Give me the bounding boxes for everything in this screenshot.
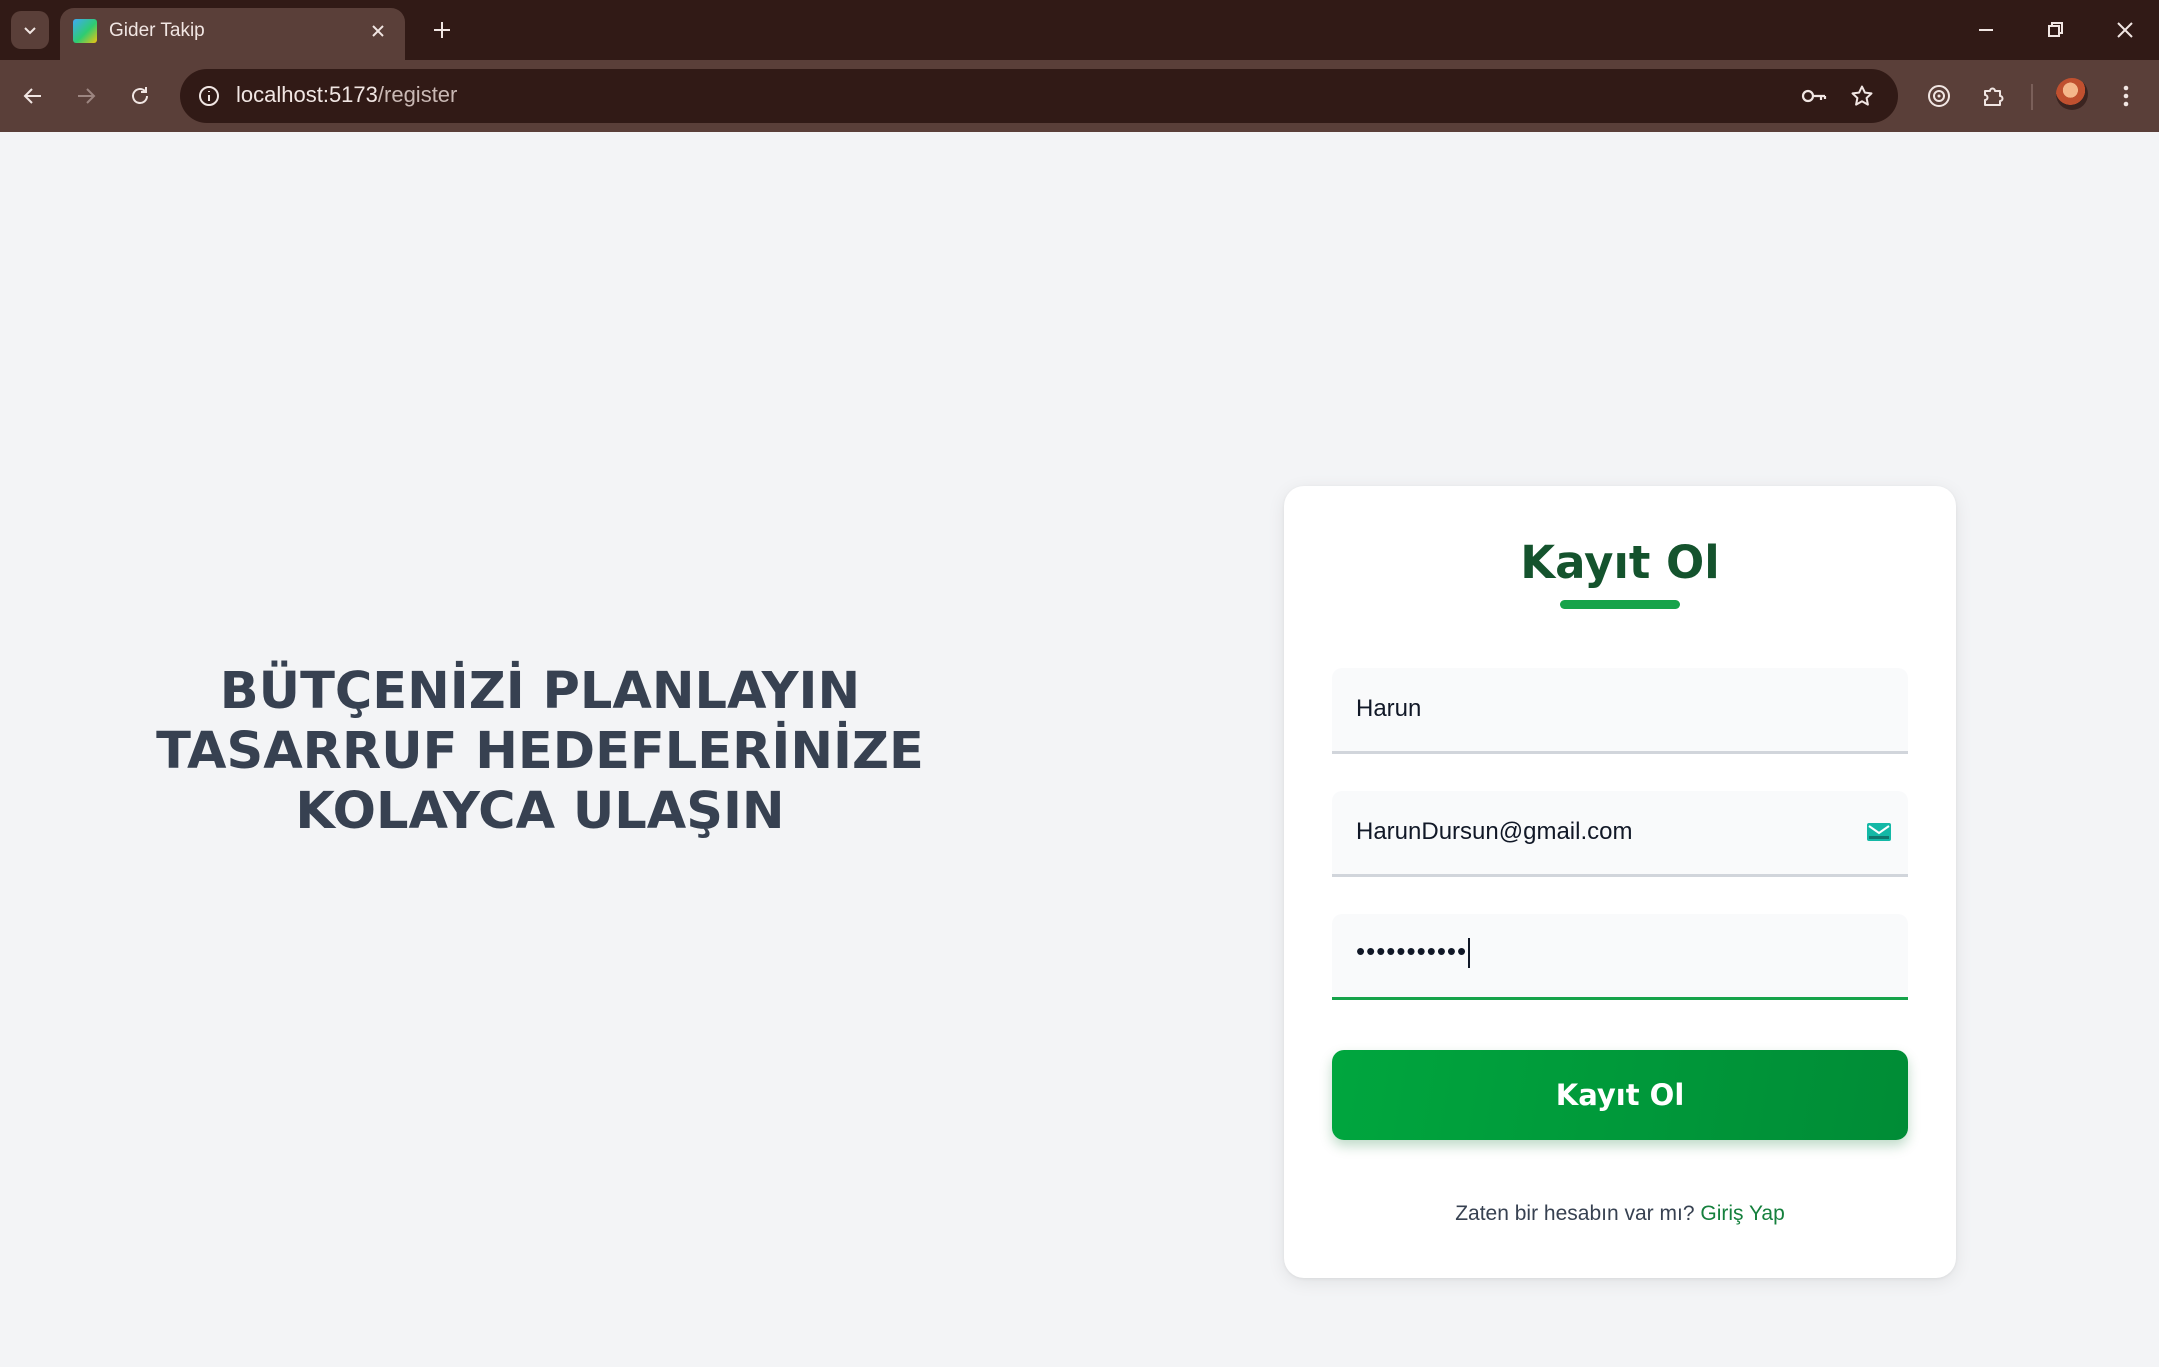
extensions-menu-button[interactable]: [1973, 76, 2013, 116]
reload-icon: [132, 87, 148, 104]
browser-toolbar: localhost:5173/register: [0, 60, 2159, 132]
minimize-icon: [1979, 29, 1993, 31]
reload-button[interactable]: [120, 76, 160, 116]
password-mask: •••••••••••: [1356, 936, 1468, 966]
email-field[interactable]: HarunDursun@gmail.com: [1332, 791, 1908, 877]
target-icon: [1928, 85, 1950, 107]
text-caret: [1468, 938, 1471, 969]
extension-button[interactable]: [1919, 76, 1959, 116]
bookmark-button[interactable]: [1843, 77, 1881, 115]
mail-icon: [1867, 823, 1891, 841]
close-icon: [372, 25, 384, 37]
puzzle-icon: [1984, 87, 2004, 106]
browser-menu-button[interactable]: [2106, 76, 2146, 116]
name-field[interactable]: Harun: [1332, 668, 1908, 754]
hero-line: BÜTÇENİZİ PLANLAYIN: [219, 662, 861, 721]
login-prompt: Zaten bir hesabın var mı? Giriş Yap: [1284, 1202, 1956, 1226]
tab-search-button[interactable]: [11, 11, 49, 49]
key-icon: [1801, 89, 1827, 103]
new-tab-button[interactable]: [423, 11, 461, 49]
chevron-down-icon: [24, 27, 36, 35]
url-text: localhost:5173/register: [236, 82, 457, 108]
browser-tab-active[interactable]: Gider Takip: [60, 8, 405, 60]
register-title: Kayıt Ol: [1520, 536, 1720, 589]
login-link[interactable]: Giriş Yap: [1700, 1202, 1784, 1225]
url-path: /register: [377, 82, 458, 107]
login-prompt-text: Zaten bir hesabın var mı?: [1455, 1202, 1695, 1225]
email-input-value: HarunDursun@gmail.com: [1356, 818, 1633, 845]
profile-avatar[interactable]: [2056, 78, 2088, 110]
register-card: Kayıt Ol Harun HarunDursun@gmail.com •••…: [1284, 486, 1956, 1278]
tab-title: Gider Takip: [109, 20, 205, 41]
hero-line: KOLAYCA ULAŞIN: [295, 782, 785, 841]
hero-line: TASARRUF HEDEFLERİNİZE: [156, 722, 924, 781]
arrow-left-icon: [23, 88, 41, 104]
name-input-value: Harun: [1356, 695, 1422, 722]
url-host: localhost:5173: [236, 82, 378, 107]
title-underline: [1560, 600, 1680, 609]
toolbar-divider: [2031, 84, 2033, 110]
password-manager-button[interactable]: [1795, 77, 1833, 115]
register-page: BÜTÇENİZİ PLANLAYIN TASARRUF HEDEFLERİNİ…: [0, 132, 2159, 1367]
password-input-value: •••••••••••: [1356, 936, 1471, 969]
browser-tab-bar: Gider Takip: [0, 0, 2159, 60]
plus-icon: [434, 22, 450, 38]
site-info-button[interactable]: [190, 77, 228, 115]
window-restore-button[interactable]: [2033, 8, 2077, 52]
restore-icon: [2048, 22, 2063, 37]
star-icon: [1851, 85, 1873, 106]
arrow-right-icon: [78, 88, 96, 104]
more-vertical-icon: [2123, 85, 2129, 107]
window-minimize-button[interactable]: [1964, 8, 2008, 52]
info-icon: [199, 86, 219, 106]
site-favicon-icon: [73, 19, 97, 43]
window-close-button[interactable]: [2103, 8, 2147, 52]
password-field[interactable]: •••••••••••: [1332, 914, 1908, 1000]
back-button[interactable]: [13, 76, 53, 116]
register-submit-button[interactable]: Kayıt Ol: [1332, 1050, 1908, 1140]
hero-slogan: BÜTÇENİZİ PLANLAYIN TASARRUF HEDEFLERİNİ…: [140, 662, 940, 842]
tab-close-button[interactable]: [363, 16, 393, 46]
close-icon: [2117, 22, 2133, 38]
forward-button[interactable]: [66, 76, 106, 116]
address-bar[interactable]: localhost:5173/register: [180, 69, 1898, 123]
